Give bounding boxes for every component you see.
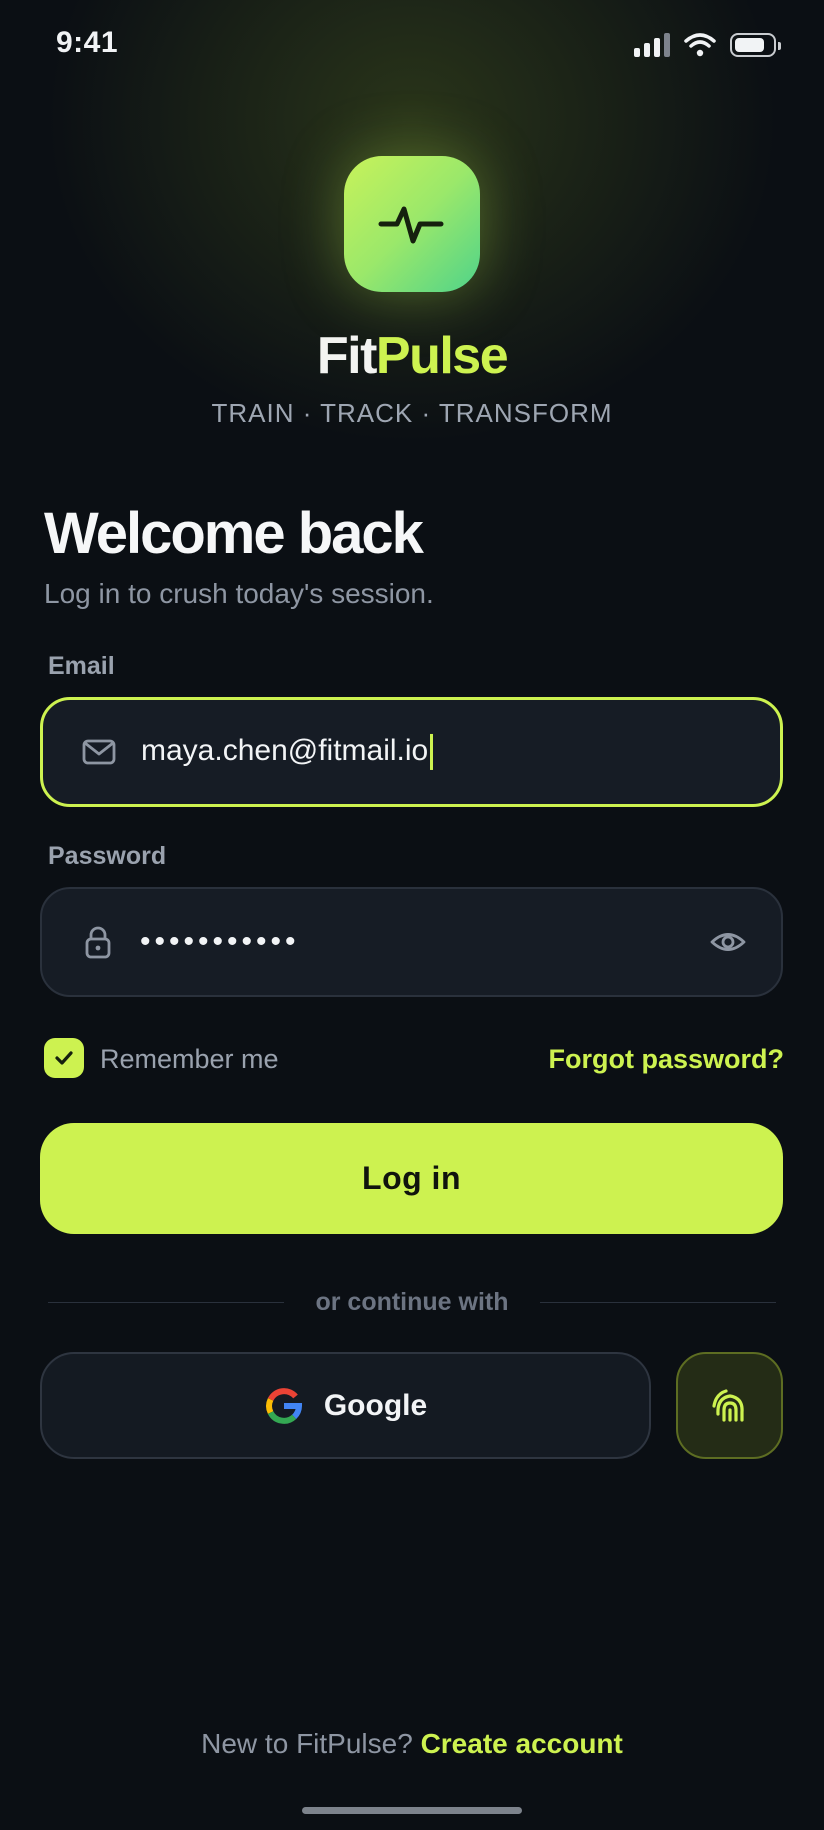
fingerprint-icon [711,1388,744,1422]
app-logo [344,156,480,292]
app-name: FitPulse [0,326,824,386]
google-label: Google [323,1388,428,1422]
mail-icon [82,739,116,765]
signup-prompt: New to FitPulse? [201,1728,413,1759]
email-value-wrapper: maya.chen@fitmail.io [141,733,434,771]
forgot-password-link[interactable]: Forgot password? [549,1044,785,1075]
remember-label[interactable]: Remember me [100,1044,279,1075]
login-screen: 9:41 FitPulse TRAIN · TRACK · TRANSFORM … [0,0,824,1830]
app-name-pulse: Pulse [375,327,509,385]
text-caret [430,734,434,771]
status-time: 9:41 [56,26,119,59]
checkmark-icon [55,1051,73,1065]
battery-icon [730,33,781,57]
welcome-title: Welcome back [44,501,424,566]
divider-line-right [540,1302,776,1303]
password-value: ••••••••••• [140,925,300,958]
google-icon [265,1387,302,1424]
biometric-login-button[interactable] [676,1352,783,1459]
email-field[interactable]: maya.chen@fitmail.io [40,697,783,807]
home-indicator[interactable] [302,1807,522,1814]
eye-icon[interactable] [709,923,747,961]
status-bar: 9:41 [0,0,824,90]
email-value: maya.chen@fitmail.io [141,733,429,767]
cellular-signal-icon [634,33,670,57]
create-account-link[interactable]: Create account [421,1728,623,1759]
wifi-icon [684,33,716,57]
app-name-fit: Fit [316,327,378,385]
app-tagline: TRAIN · TRACK · TRANSFORM [211,398,613,428]
divider: or continue with [48,1286,776,1320]
login-button[interactable]: Log in [40,1123,783,1234]
pulse-icon [378,206,444,244]
remember-checkbox[interactable] [44,1038,84,1078]
password-field[interactable]: ••••••••••• [40,887,783,997]
welcome-subtitle: Log in to crush today's session. [44,578,434,609]
email-label: Email [48,652,115,680]
lock-icon [85,926,111,959]
signup-row: New to FitPulse? Create account [0,1728,824,1760]
password-label: Password [48,842,167,870]
remember-row: Remember me Forgot password? [44,1038,784,1080]
google-button[interactable]: Google [40,1352,651,1459]
status-icons [634,30,781,60]
